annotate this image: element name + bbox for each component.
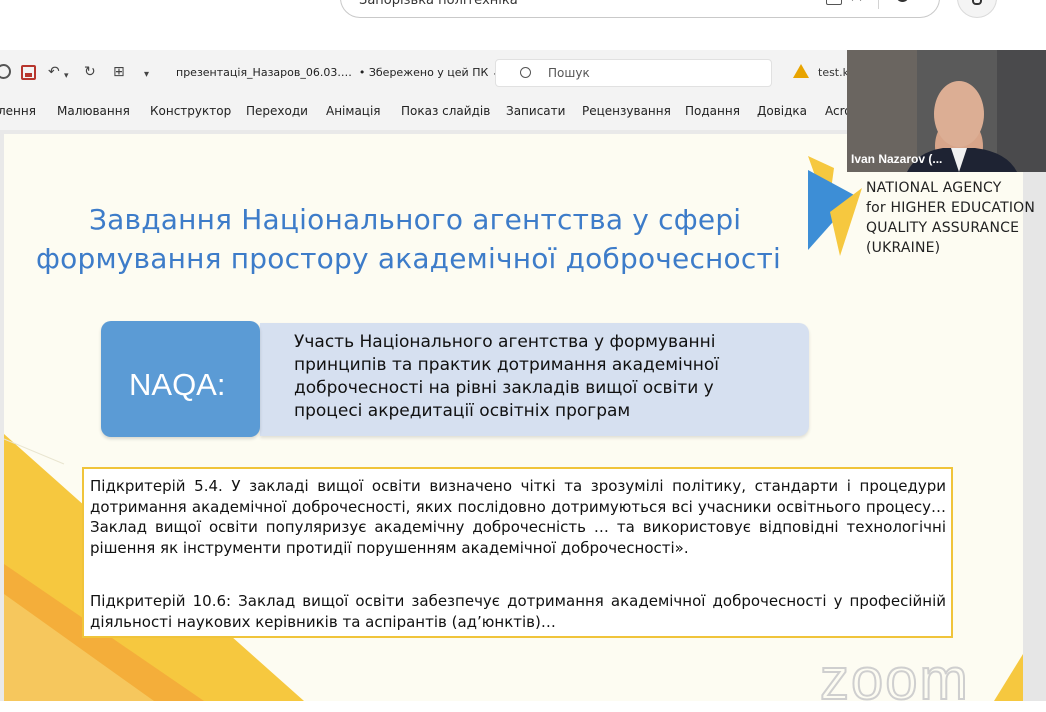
browser-top-strip: Запорізька політехніка ✕ <box>0 0 1046 50</box>
close-icon[interactable]: ✕ <box>849 0 864 6</box>
right-yellow-corner <box>994 654 1023 701</box>
save-status: • Збережено у цей ПК <box>358 66 489 79</box>
save-icon[interactable] <box>21 65 36 80</box>
criterion-10-6: Підкритерій 10.6: Заклад вищої освіти за… <box>90 592 946 631</box>
tab-review[interactable]: Рецензування <box>582 104 671 118</box>
zoom-watermark: zoom <box>819 647 970 712</box>
document-filename: презентація_Назаров_06.03.… <box>176 66 352 79</box>
tab-design[interactable]: Конструктор <box>150 104 231 118</box>
slide-title-line-1: Завдання Національного агентства у сфері <box>89 203 742 236</box>
tab-draw[interactable]: Малювання <box>57 104 130 118</box>
tab-record[interactable]: Записати <box>506 104 565 118</box>
naqa-logo-text: NATIONAL AGENCY for HIGHER EDUCATION QUA… <box>866 178 1035 258</box>
slide-title-line-2: формування простору академічної доброчес… <box>36 242 781 275</box>
search-icon <box>520 67 531 78</box>
tab-insert[interactable]: лення <box>0 104 36 118</box>
app-search-placeholder: Пошук <box>548 66 590 80</box>
naqa-description-box: Участь Національного агентства у формува… <box>260 323 809 436</box>
tab-transitions[interactable]: Переходи <box>246 104 308 118</box>
voice-search-button[interactable] <box>957 0 997 18</box>
participant-name: Ivan Nazarov (... <box>851 152 943 166</box>
logo-line-2: for HIGHER EDUCATION <box>866 200 1036 216</box>
tab-animations[interactable]: Анімація <box>326 104 381 118</box>
criterion-5-4: Підкритерій 5.4. У закладі вищої освіти … <box>90 477 946 557</box>
tab-view[interactable]: Подання <box>685 104 740 118</box>
tab-slideshow[interactable]: Показ слайдів <box>401 104 490 118</box>
warning-filename[interactable]: test.k <box>818 66 849 79</box>
browser-search-text[interactable]: Запорізька політехніка <box>359 0 518 8</box>
naqa-label-box: NAQA: <box>101 321 260 437</box>
logo-line-4: (UKRAINE) <box>866 240 941 256</box>
customize-toolbar-icon[interactable]: ▾ <box>144 66 149 84</box>
keyboard-icon[interactable] <box>826 0 842 5</box>
logo-line-1: NATIONAL AGENCY <box>866 180 1002 196</box>
logo-line-3: QUALITY ASSURANCE <box>866 220 1020 236</box>
tab-help[interactable]: Довідка <box>757 104 807 118</box>
browser-search-bar[interactable]: Запорізька політехніка ✕ <box>340 0 940 18</box>
search-icon[interactable] <box>896 0 909 2</box>
naqa-description: Участь Національного агентства у формува… <box>294 332 720 421</box>
criteria-textbox[interactable]: Підкритерій 5.4. У закладі вищої освіти … <box>82 467 953 638</box>
document-title[interactable]: презентація_Назаров_06.03.… • Збережено … <box>176 66 501 79</box>
search-divider <box>878 0 879 9</box>
naqa-label: NAQA: <box>129 367 226 402</box>
warning-icon[interactable] <box>793 64 809 78</box>
redo-icon[interactable]: ↻ <box>84 63 96 81</box>
participant-video-tile[interactable]: Ivan Nazarov (... <box>847 50 1046 172</box>
presenter-icon[interactable]: ⊞ <box>113 63 125 81</box>
microphone-icon <box>972 0 982 5</box>
undo-dropdown-icon[interactable]: ▾ <box>64 67 69 85</box>
app-search-box[interactable]: Пошук <box>495 59 772 87</box>
undo-icon[interactable]: ↶ <box>48 63 60 81</box>
